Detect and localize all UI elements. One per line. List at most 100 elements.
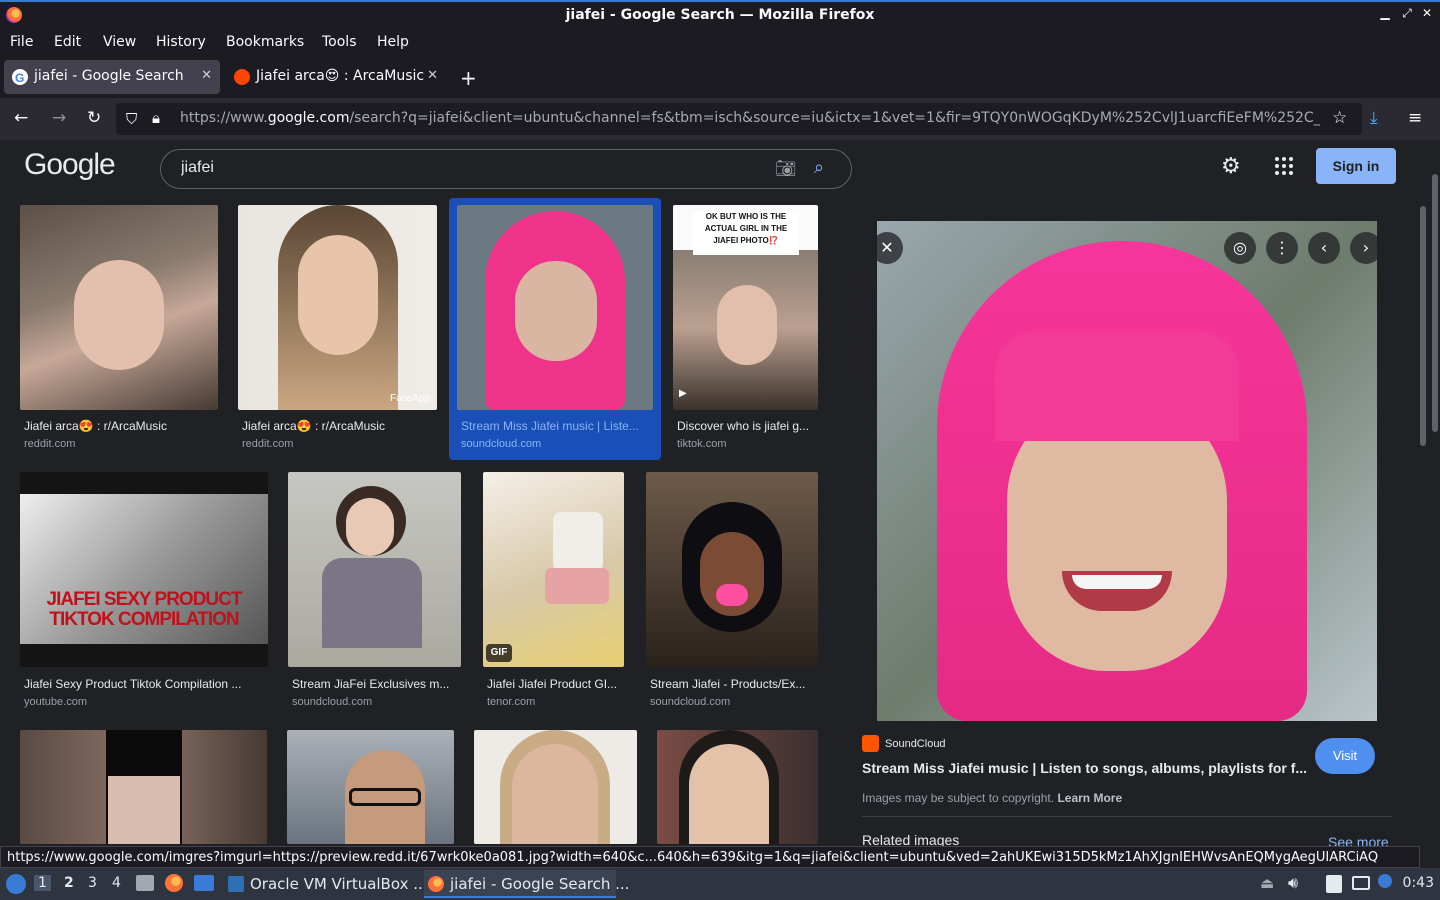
google-logo[interactable]: Google — [24, 148, 116, 182]
result-thumbnail[interactable] — [474, 730, 637, 844]
clipboard-icon[interactable] — [1326, 875, 1342, 893]
result-caption[interactable]: Stream JiaFei Exclusives m... — [292, 677, 461, 691]
menu-view[interactable]: View — [103, 34, 136, 50]
window-title: jiafei - Google Search — Mozilla Firefox — [565, 7, 875, 23]
result-source: reddit.com — [242, 438, 294, 450]
image-result[interactable]: FaceApp Jiafei arca😍 : r/ArcaMusic reddi… — [238, 205, 437, 455]
result-thumbnail[interactable] — [287, 730, 454, 844]
lock-icon[interactable]: 🔒︎ — [152, 109, 160, 127]
menu-history[interactable]: History — [156, 34, 206, 50]
downloads-icon[interactable]: ⤓ — [1370, 108, 1378, 128]
close-tab-icon[interactable]: ✕ — [427, 68, 438, 83]
result-thumbnail[interactable]: OK BUT WHO IS THE ACTUAL GIRL IN THE JIA… — [673, 205, 818, 410]
result-caption[interactable]: Stream Jiafei - Products/Ex... — [650, 677, 818, 691]
preview-source[interactable]: SoundCloud — [885, 738, 946, 750]
workspace-1[interactable]: 1 — [34, 875, 51, 891]
tab-arcamusic[interactable]: Jiafei arca😍 : ArcaMusic ✕ — [226, 60, 446, 94]
menu-file[interactable]: File — [10, 34, 33, 50]
copyright-text: Images may be subject to copyright. — [862, 791, 1055, 805]
result-caption[interactable]: Jiafei arca😍 : r/ArcaMusic — [242, 419, 436, 433]
volume-icon[interactable]: 🔊︎ — [1288, 873, 1298, 893]
menu-help[interactable]: Help — [377, 34, 409, 50]
menu-bookmarks[interactable]: Bookmarks — [226, 34, 304, 50]
result-thumbnail[interactable] — [457, 205, 653, 410]
play-icon: ▶ — [679, 388, 687, 399]
reload-icon[interactable]: ↻ — [87, 108, 101, 128]
result-thumbnail[interactable]: GIF — [483, 472, 624, 667]
workspace-3[interactable]: 3 — [88, 875, 97, 891]
apps-grid-icon[interactable] — [1274, 156, 1294, 180]
image-result[interactable] — [287, 730, 454, 844]
bookmark-star-icon[interactable]: ☆ — [1332, 108, 1347, 128]
more-options-icon[interactable]: ⋮ — [1266, 232, 1298, 264]
visit-button[interactable]: Visit — [1315, 738, 1375, 774]
desktop-icon[interactable] — [194, 875, 214, 891]
task-virtualbox[interactable]: Oracle VM VirtualBox ... — [224, 870, 428, 898]
status-url: https://www.google.com/imgres?imgurl=htt… — [0, 846, 1420, 868]
close-window-icon[interactable]: ✕ — [1418, 6, 1436, 20]
learn-more-link[interactable]: Learn More — [1057, 791, 1122, 805]
scrollbar-thumb[interactable] — [1420, 206, 1426, 446]
display-icon[interactable] — [1352, 876, 1370, 890]
page-scrollbar-thumb[interactable] — [1432, 174, 1438, 432]
result-caption[interactable]: Discover who is jiafei g... — [677, 419, 817, 433]
result-thumbnail[interactable] — [20, 205, 218, 410]
thumbnail-text-overlay: JIAFEI SEXY PRODUCT TIKTOK COMPILATION — [46, 589, 243, 630]
menu-edit[interactable]: Edit — [54, 34, 81, 50]
preview-image[interactable] — [877, 221, 1377, 721]
url-bar[interactable]: ⛉ 🔒︎ https://www.google.com/search?q=jia… — [116, 103, 1362, 135]
tab-label: jiafei - Google Search — [34, 68, 184, 84]
image-result-selected[interactable]: Stream Miss Jiafei music | Liste... soun… — [449, 198, 661, 460]
result-thumbnail[interactable]: FaceApp — [238, 205, 437, 410]
result-thumbnail[interactable]: JIAFEI SEXY PRODUCT TIKTOK COMPILATION — [20, 472, 268, 667]
notification-icon[interactable] — [1378, 874, 1392, 888]
image-result[interactable] — [474, 730, 637, 844]
task-firefox[interactable]: jiafei - Google Search ... — [424, 870, 629, 898]
result-caption[interactable]: Jiafei Sexy Product Tiktok Compilation .… — [24, 677, 268, 691]
image-result[interactable]: Stream JiaFei Exclusives m... soundcloud… — [288, 472, 461, 712]
result-caption[interactable]: Jiafei Jiafei Product GI... — [487, 677, 624, 691]
start-menu-icon[interactable] — [6, 874, 26, 894]
image-result[interactable]: Jiafei arca😍 : r/ArcaMusic reddit.com — [20, 205, 218, 455]
image-result[interactable]: GIF Jiafei Jiafei Product GI... tenor.co… — [483, 472, 624, 712]
settings-gear-icon[interactable]: ⚙ — [1221, 154, 1241, 179]
url-text[interactable]: https://www.google.com/search?q=jiafei&c… — [180, 110, 1320, 126]
previous-image-icon[interactable]: ‹ — [1308, 232, 1340, 264]
result-thumbnail[interactable] — [646, 472, 818, 667]
new-tab-icon[interactable]: + — [460, 66, 477, 90]
workspace-4[interactable]: 4 — [112, 875, 121, 891]
file-manager-icon[interactable] — [136, 875, 154, 891]
restore-icon[interactable]: ⤢ — [1398, 6, 1416, 21]
image-result[interactable] — [657, 730, 818, 844]
image-result[interactable]: OK BUT WHO IS THE ACTUAL GIRL IN THE JIA… — [673, 205, 818, 455]
next-image-icon[interactable]: › — [1350, 232, 1382, 264]
result-thumbnail[interactable] — [657, 730, 818, 844]
app-menu-icon[interactable]: ≡ — [1408, 108, 1422, 128]
shield-icon[interactable]: ⛉ — [126, 110, 137, 128]
preview-title[interactable]: Stream Miss Jiafei music | Listen to son… — [862, 760, 1307, 776]
workspace-2[interactable]: 2 — [64, 875, 74, 891]
lens-search-icon[interactable]: ◎ — [1224, 232, 1256, 264]
close-tab-icon[interactable]: ✕ — [201, 68, 212, 83]
menu-tools[interactable]: Tools — [322, 34, 357, 50]
camera-icon[interactable]: 📷︎ — [775, 159, 797, 179]
firefox-launcher-icon[interactable] — [165, 874, 183, 892]
thumbnail-text-overlay: OK BUT WHO IS THE ACTUAL GIRL IN THE JIA… — [693, 211, 799, 255]
google-favicon-icon: G — [12, 69, 28, 85]
result-caption[interactable]: Stream Miss Jiafei music | Liste... — [461, 419, 655, 433]
forward-icon[interactable]: → — [52, 108, 66, 128]
image-result[interactable]: JIAFEI SEXY PRODUCT TIKTOK COMPILATION J… — [20, 472, 268, 712]
back-icon[interactable]: ← — [14, 108, 28, 128]
result-caption[interactable]: Jiafei arca😍 : r/ArcaMusic — [24, 419, 218, 433]
eject-icon[interactable]: ⏏ — [1260, 874, 1274, 892]
result-thumbnail[interactable] — [20, 730, 267, 844]
image-result[interactable]: Stream Jiafei - Products/Ex... soundclou… — [646, 472, 818, 712]
result-thumbnail[interactable] — [288, 472, 461, 667]
search-input[interactable] — [181, 159, 741, 177]
search-icon[interactable]: ⌕ — [814, 157, 824, 178]
minimize-icon[interactable]: ▁ — [1376, 6, 1394, 20]
sign-in-button[interactable]: Sign in — [1316, 148, 1396, 184]
image-result[interactable] — [20, 730, 267, 844]
close-preview-icon[interactable]: ✕ — [871, 232, 903, 264]
tab-google-search[interactable]: G jiafei - Google Search ✕ — [4, 60, 220, 94]
